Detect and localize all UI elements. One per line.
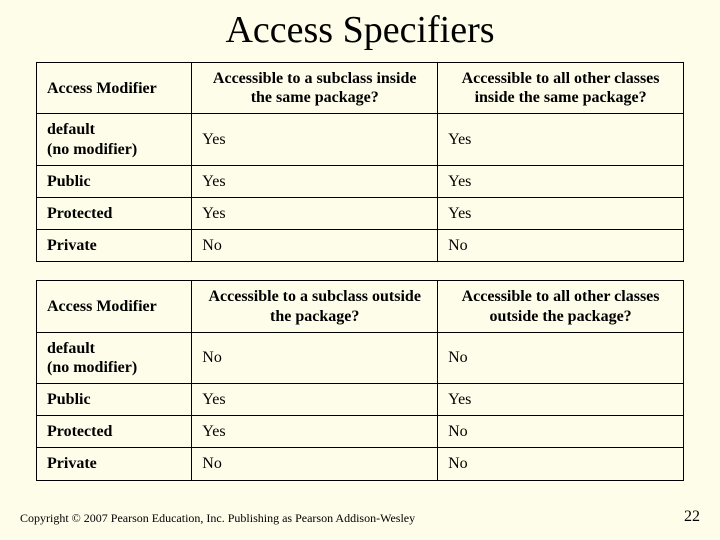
cell-value: Yes	[438, 165, 684, 197]
cell-value: No	[192, 230, 438, 262]
cell-value: No	[192, 448, 438, 480]
table-inside-package: Access Modifier Accessible to a subclass…	[36, 62, 684, 262]
cell-value: No	[438, 332, 684, 383]
cell-value: Yes	[192, 416, 438, 448]
cell-value: No	[438, 230, 684, 262]
cell-value: No	[438, 448, 684, 480]
cell-value: Yes	[438, 384, 684, 416]
col-header-subclass-outside: Accessible to a subclass outside the pac…	[192, 281, 438, 332]
cell-value: No	[438, 416, 684, 448]
cell-value: Yes	[192, 197, 438, 229]
copyright-text: Copyright © 2007 Pearson Education, Inc.…	[20, 511, 415, 526]
table-row: Private No No	[37, 448, 684, 480]
col-header-other-inside: Accessible to all other classes inside t…	[438, 63, 684, 114]
row-label: Protected	[37, 416, 192, 448]
row-label: Public	[37, 165, 192, 197]
page-number: 22	[684, 508, 700, 526]
table-row: Protected Yes Yes	[37, 197, 684, 229]
page-title: Access Specifiers	[0, 0, 720, 62]
tables-container: Access Modifier Accessible to a subclass…	[0, 62, 720, 481]
table-row: Public Yes Yes	[37, 384, 684, 416]
table-header-row: Access Modifier Accessible to a subclass…	[37, 281, 684, 332]
table-row: default (no modifier) Yes Yes	[37, 114, 684, 165]
cell-value: Yes	[438, 114, 684, 165]
row-label: Public	[37, 384, 192, 416]
col-header-subclass-inside: Accessible to a subclass inside the same…	[192, 63, 438, 114]
row-label: default (no modifier)	[37, 332, 192, 383]
cell-value: Yes	[192, 384, 438, 416]
table-outside-package: Access Modifier Accessible to a subclass…	[36, 280, 684, 480]
table-row: Private No No	[37, 230, 684, 262]
table-row: Public Yes Yes	[37, 165, 684, 197]
col-header-other-outside: Accessible to all other classes outside …	[438, 281, 684, 332]
cell-value: Yes	[192, 114, 438, 165]
row-label: Private	[37, 448, 192, 480]
table-row: default (no modifier) No No	[37, 332, 684, 383]
row-label: default (no modifier)	[37, 114, 192, 165]
table-row: Protected Yes No	[37, 416, 684, 448]
col-header-modifier: Access Modifier	[37, 63, 192, 114]
cell-value: No	[192, 332, 438, 383]
table-header-row: Access Modifier Accessible to a subclass…	[37, 63, 684, 114]
col-header-modifier: Access Modifier	[37, 281, 192, 332]
footer: Copyright © 2007 Pearson Education, Inc.…	[20, 508, 700, 526]
cell-value: Yes	[192, 165, 438, 197]
row-label: Private	[37, 230, 192, 262]
row-label: Protected	[37, 197, 192, 229]
cell-value: Yes	[438, 197, 684, 229]
